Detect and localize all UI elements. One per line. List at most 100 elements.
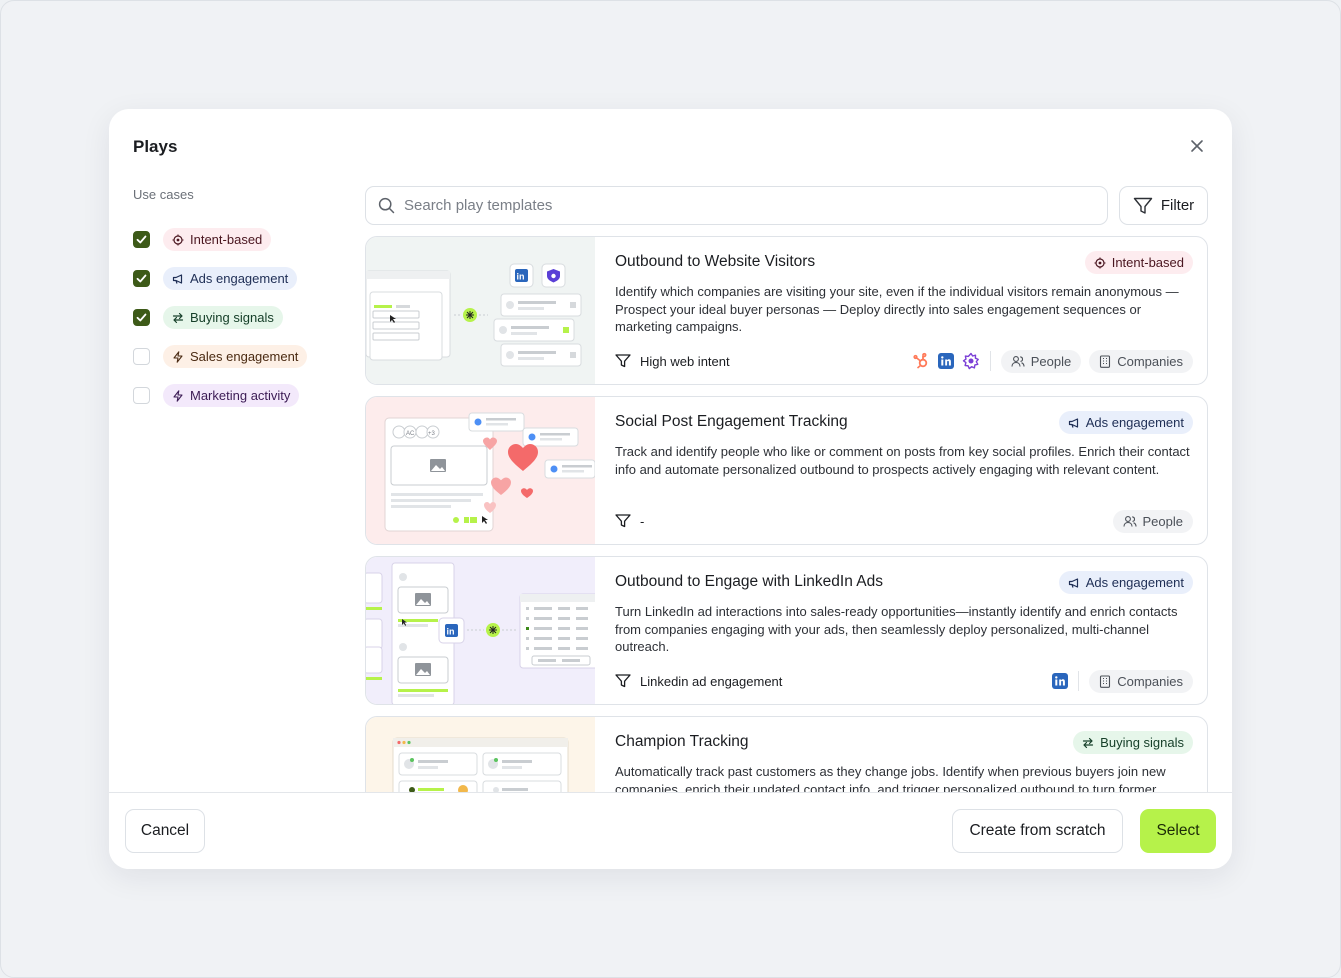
play-card-champion-tracking[interactable]: Champion Tracking Buying signals Automat… [365, 716, 1208, 793]
checkbox-intent-based[interactable] [133, 231, 150, 248]
pill-label: Ads engagement [190, 271, 289, 286]
website-visitors-illustration: in [366, 237, 595, 384]
pill-sales-engagement: Sales engagement [163, 345, 308, 368]
card-tag-label: Ads engagement [1085, 575, 1184, 590]
companies-chip: Companies [1089, 349, 1193, 373]
divider [989, 351, 991, 371]
pill-marketing-activity: Marketing activity [163, 384, 300, 407]
card-title: Outbound to Engage with LinkedIn Ads [615, 573, 884, 590]
sidebar-heading: Use cases [133, 187, 194, 202]
linkedin-icon [1052, 673, 1069, 689]
building-icon [1100, 674, 1111, 688]
card-integrations: People Companies [912, 349, 1193, 373]
companies-chip: Companies [1089, 669, 1193, 693]
svg-text:AC: AC [406, 431, 415, 437]
pill-label: Sales engagement [190, 349, 299, 364]
pill-intent-based: Intent-based [163, 228, 272, 251]
trigger-label: - [640, 513, 645, 529]
play-card-linkedin-ads[interactable]: in Outbound to Engage with LinkedIn Ads … [365, 556, 1208, 705]
pill-ads-engagement: Ads engagement [163, 267, 298, 290]
card-title: Champion Tracking [615, 733, 749, 750]
lightning-icon [173, 389, 183, 402]
use-case-ads-engagement[interactable]: Ads engagement [133, 259, 333, 298]
swap-arrows-icon [172, 312, 184, 323]
people-icon [1122, 515, 1137, 527]
card-tag: Buying signals [1073, 731, 1193, 754]
card-footer: High web intent People Companies [615, 349, 1193, 373]
outreach-icon [962, 352, 979, 370]
checkbox-marketing-activity[interactable] [133, 387, 150, 404]
card-title: Social Post Engagement Tracking [615, 413, 848, 430]
filter-button[interactable]: Filter [1119, 186, 1208, 225]
checkbox-buying-signals[interactable] [133, 309, 150, 326]
card-tag: Ads engagement [1058, 571, 1193, 594]
chip-label: People [1030, 353, 1072, 369]
check-icon [136, 274, 147, 283]
people-icon [1011, 355, 1025, 367]
check-icon [136, 235, 147, 244]
cancel-button[interactable]: Cancel [125, 809, 205, 853]
card-body: Champion Tracking Buying signals Automat… [615, 717, 1193, 793]
divider [1078, 671, 1080, 691]
svg-text:in: in [447, 627, 455, 637]
filter-icon [615, 354, 631, 368]
card-thumbnail: in [366, 237, 595, 384]
search-input[interactable] [404, 197, 1084, 214]
champion-tracking-illustration [366, 717, 595, 793]
use-case-marketing-activity[interactable]: Marketing activity [133, 376, 333, 415]
card-title: Outbound to Website Visitors [615, 253, 816, 270]
card-footer: Linkedin ad engagement Companies [615, 669, 1193, 693]
use-case-intent-based[interactable]: Intent-based [133, 220, 333, 259]
pill-buying-signals: Buying signals [163, 306, 283, 329]
trigger-label: Linkedin ad engagement [640, 673, 783, 689]
filter-icon [615, 514, 631, 528]
card-description: Turn LinkedIn ad interactions into sales… [615, 604, 1178, 655]
pill-label: Marketing activity [190, 388, 291, 403]
filter-icon [1133, 197, 1153, 214]
card-tag-label: Intent-based [1111, 255, 1184, 270]
linkedin-ads-illustration: in [366, 557, 595, 704]
megaphone-icon [1068, 577, 1078, 588]
checkbox-sales-engagement[interactable] [133, 348, 150, 365]
card-description: Track and identify people who like or co… [615, 444, 1190, 477]
pill-label: Intent-based [190, 232, 263, 247]
chip-label: People [1142, 513, 1183, 529]
chip-label: Companies [1117, 353, 1183, 369]
play-card-website-visitors[interactable]: in Outbound to Website Visitors Intent-b… [365, 236, 1208, 385]
search-icon [378, 197, 395, 214]
close-icon [1191, 140, 1203, 152]
lightning-icon [173, 350, 183, 363]
people-chip: People [1000, 349, 1082, 373]
card-thumbnail: AC +3 [366, 397, 595, 544]
card-trigger: High web intent [615, 354, 730, 369]
use-case-buying-signals[interactable]: Buying signals [133, 298, 333, 337]
play-template-list[interactable]: in Outbound to Website Visitors Intent-b… [365, 236, 1208, 793]
trigger-label: High web intent [640, 353, 730, 369]
linkedin-icon [937, 353, 954, 369]
select-button[interactable]: Select [1140, 809, 1216, 853]
play-card-social-post-engagement[interactable]: AC +3 Social Post Engagement Tracking Ad… [365, 396, 1208, 545]
svg-text:+3: +3 [428, 431, 436, 437]
card-integrations: Companies [1052, 669, 1193, 693]
search-box[interactable] [365, 186, 1108, 225]
card-tag: Intent-based [1084, 251, 1193, 274]
svg-text:in: in [517, 272, 525, 282]
card-trigger: Linkedin ad engagement [615, 674, 782, 689]
use-case-sales-engagement[interactable]: Sales engagement [133, 337, 333, 376]
filter-icon [615, 674, 631, 688]
card-thumbnail: in [366, 557, 595, 704]
card-integrations: People [1112, 509, 1193, 533]
hubspot-icon [913, 352, 927, 369]
create-from-scratch-button[interactable]: Create from scratch [952, 809, 1123, 853]
card-tag: Ads engagement [1058, 411, 1193, 434]
social-engagement-illustration: AC +3 [366, 397, 595, 544]
checkbox-ads-engagement[interactable] [133, 270, 150, 287]
target-icon [1094, 257, 1106, 268]
plays-modal: Plays Use cases Intent-based Ads engagem… [109, 109, 1232, 869]
close-button[interactable] [1186, 135, 1208, 157]
swap-arrows-icon [1083, 737, 1094, 748]
modal-title: Plays [133, 137, 178, 156]
use-case-sidebar: Use cases Intent-based Ads engagement Bu… [133, 187, 333, 415]
megaphone-icon [172, 273, 183, 284]
filter-label: Filter [1160, 197, 1195, 214]
